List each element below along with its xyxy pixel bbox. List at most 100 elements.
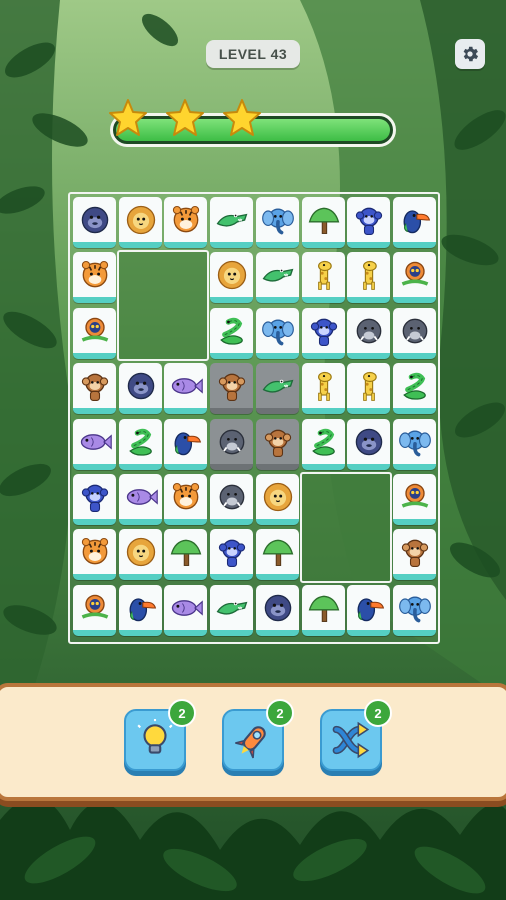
monkey-blue-icon: [81, 484, 108, 512]
tiger-icon: [81, 260, 108, 287]
gorilla-tile[interactable]: [256, 585, 299, 636]
boar-icon: [356, 318, 381, 343]
hint-count-badge: 2: [168, 699, 196, 727]
lion-tile[interactable]: [119, 197, 162, 248]
monkey-blue-icon: [218, 539, 245, 567]
monkey-blue-icon: [310, 318, 337, 346]
tree-tile[interactable]: [164, 529, 207, 580]
shuffle-count-badge: 2: [364, 699, 392, 727]
gear-icon: [463, 46, 479, 62]
lemur-tile[interactable]: [393, 252, 436, 303]
monkey-blue-tile[interactable]: [73, 474, 116, 525]
giraffe-tile[interactable]: [347, 252, 390, 303]
crocodile-tile[interactable]: [256, 252, 299, 303]
tree-icon: [308, 207, 339, 234]
crocodile-tile[interactable]: [256, 363, 299, 414]
lemur-icon: [401, 261, 428, 286]
tiger-tile[interactable]: [73, 252, 116, 303]
monkey-tile[interactable]: [393, 529, 436, 580]
boar-tile[interactable]: [347, 308, 390, 359]
monkey-blue-tile[interactable]: [302, 308, 345, 359]
fish-icon: [80, 433, 112, 450]
monkey-icon: [218, 373, 245, 401]
lion-icon: [126, 537, 155, 566]
monkey-blue-icon: [355, 207, 382, 235]
tiger-icon: [172, 482, 199, 509]
tree-icon: [170, 539, 201, 566]
lemur-tile[interactable]: [393, 474, 436, 525]
settings-button[interactable]: [455, 39, 485, 69]
gorilla-tile[interactable]: [347, 419, 390, 470]
giraffe-tile[interactable]: [302, 363, 345, 414]
elephant-tile[interactable]: [393, 419, 436, 470]
elephant-icon: [261, 208, 294, 234]
elephant-tile[interactable]: [393, 585, 436, 636]
elephant-tile[interactable]: [256, 308, 299, 359]
fish-tile[interactable]: [119, 474, 162, 525]
snake-tile[interactable]: [119, 419, 162, 470]
tiger-tile[interactable]: [164, 197, 207, 248]
boar-tile[interactable]: [210, 474, 253, 525]
fish-tile[interactable]: [164, 363, 207, 414]
tiger-icon: [172, 205, 199, 232]
lemur-icon: [81, 317, 108, 342]
monkey-tile[interactable]: [73, 363, 116, 414]
toucan-tile[interactable]: [119, 585, 162, 636]
fish-tile[interactable]: [164, 585, 207, 636]
shuffle-icon: [332, 721, 370, 759]
fish-tile[interactable]: [73, 419, 116, 470]
giraffe-tile[interactable]: [302, 252, 345, 303]
crocodile-icon: [216, 213, 247, 227]
boar-icon: [219, 484, 244, 509]
lemur-tile[interactable]: [73, 308, 116, 359]
toucan-icon: [174, 431, 201, 455]
toucan-icon: [403, 209, 430, 233]
monkey-blue-tile[interactable]: [210, 529, 253, 580]
crocodile-icon: [262, 379, 293, 393]
crocodile-tile[interactable]: [210, 585, 253, 636]
tree-tile[interactable]: [302, 585, 345, 636]
lion-tile[interactable]: [119, 529, 162, 580]
elephant-tile[interactable]: [256, 197, 299, 248]
tiger-icon: [81, 537, 108, 564]
shuffle-button[interactable]: 2: [320, 699, 392, 771]
toucan-tile[interactable]: [347, 585, 390, 636]
monkey-tile[interactable]: [210, 363, 253, 414]
tiger-tile[interactable]: [164, 474, 207, 525]
giraffe-icon: [317, 371, 332, 401]
tree-tile[interactable]: [256, 529, 299, 580]
star-icon: [108, 98, 148, 138]
lion-tile[interactable]: [210, 252, 253, 303]
giraffe-tile[interactable]: [347, 363, 390, 414]
tree-tile[interactable]: [302, 197, 345, 248]
crocodile-tile[interactable]: [210, 197, 253, 248]
boar-tile[interactable]: [393, 308, 436, 359]
boar-tile[interactable]: [210, 419, 253, 470]
tree-icon: [262, 539, 293, 566]
snake-tile[interactable]: [302, 419, 345, 470]
toucan-tile[interactable]: [393, 197, 436, 248]
elephant-icon: [261, 319, 294, 345]
gorilla-tile[interactable]: [73, 197, 116, 248]
fish-icon: [171, 377, 203, 394]
lemur-icon: [81, 594, 108, 619]
tiger-tile[interactable]: [73, 529, 116, 580]
monkey-tile[interactable]: [256, 419, 299, 470]
monkey-blue-tile[interactable]: [347, 197, 390, 248]
star-icon: [165, 98, 205, 138]
rocket-count-badge: 2: [266, 699, 294, 727]
crocodile-icon: [262, 268, 293, 282]
snake-tile[interactable]: [210, 308, 253, 359]
rocket-icon: [235, 726, 266, 759]
lion-tile[interactable]: [256, 474, 299, 525]
toucan-tile[interactable]: [164, 419, 207, 470]
giraffe-icon: [362, 260, 377, 290]
gorilla-tile[interactable]: [119, 363, 162, 414]
lemur-icon: [401, 483, 428, 508]
rocket-button[interactable]: 2: [222, 699, 294, 771]
snake-tile[interactable]: [393, 363, 436, 414]
lion-icon: [263, 482, 292, 511]
elephant-icon: [398, 430, 431, 456]
lemur-tile[interactable]: [73, 585, 116, 636]
hint-button[interactable]: 2: [124, 699, 196, 771]
